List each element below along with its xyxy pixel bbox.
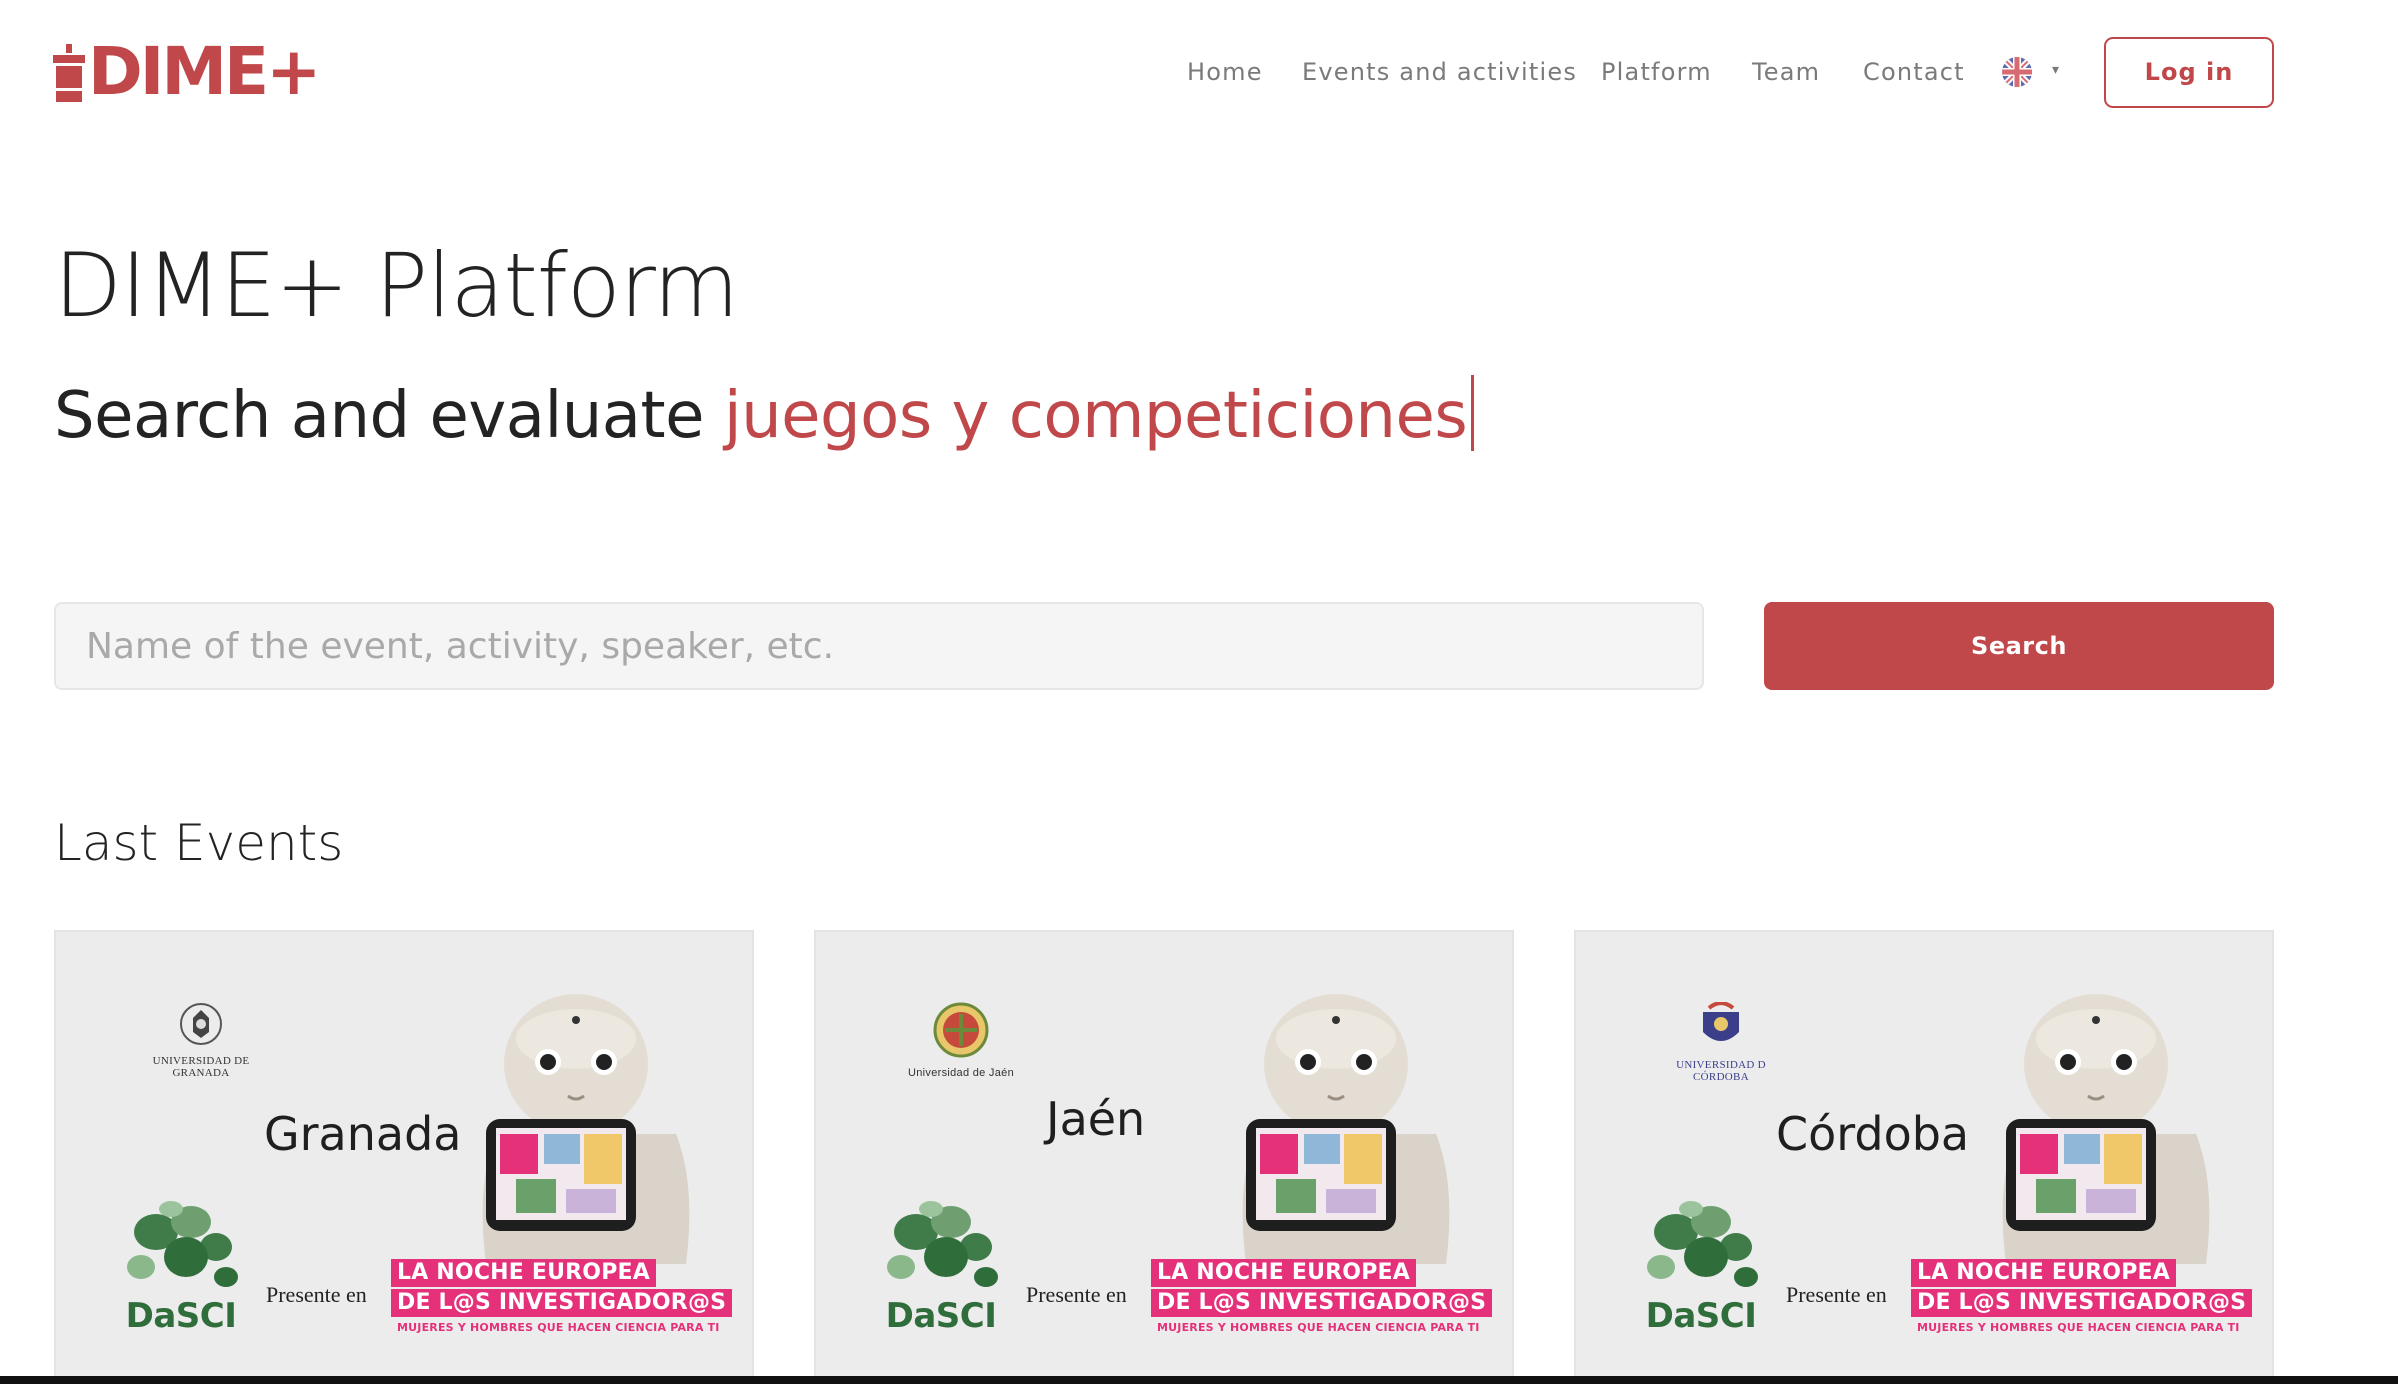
university-name: UNIVERSIDAD D CÓRDOBA	[1676, 1059, 1766, 1083]
university-logo: UNIVERSIDAD D CÓRDOBA	[1656, 1001, 1786, 1083]
nav-team[interactable]: Team	[1752, 52, 1820, 92]
robot-image	[1216, 984, 1476, 1269]
university-crest-icon	[1703, 1001, 1739, 1041]
nav-contact[interactable]: Contact	[1863, 52, 1965, 92]
banner-line-2: DE L@S INVESTIGADOR@S	[1911, 1289, 2253, 1317]
event-city: Córdoba	[1776, 1107, 1970, 1161]
nav-home[interactable]: Home	[1187, 52, 1263, 92]
noche-europea-banner: LA NOCHE EUROPEA DE L@S INVESTIGADOR@S M…	[1151, 1259, 1493, 1334]
noche-europea-banner: LA NOCHE EUROPEA DE L@S INVESTIGADOR@S M…	[1911, 1259, 2253, 1334]
hero-subtitle-prefix: Search and evaluate	[54, 379, 724, 453]
page-title: DIME+ Platform	[54, 234, 739, 337]
presente-text: Presente en	[1026, 1282, 1127, 1307]
banner-line-2: DE L@S INVESTIGADOR@S	[391, 1289, 733, 1317]
banner-line-2: DE L@S INVESTIGADOR@S	[1151, 1289, 1493, 1317]
banner-tagline: MUJERES Y HOMBRES QUE HACEN CIENCIA PARA…	[1917, 1321, 2240, 1334]
university-crest-icon	[180, 1003, 222, 1045]
presente-text: Presente en	[1786, 1282, 1887, 1307]
dasci-label: DaSCI	[125, 1296, 237, 1336]
dasci-leaves-icon	[887, 1201, 998, 1287]
noche-europea-banner: LA NOCHE EUROPEA DE L@S INVESTIGADOR@S M…	[391, 1259, 733, 1334]
banner-line-1: LA NOCHE EUROPEA	[1151, 1259, 1416, 1287]
main-nav: Home Events and activities Platform Team…	[0, 52, 2398, 92]
login-button[interactable]: Log in	[2104, 37, 2274, 108]
dasci-label: DaSCI	[885, 1296, 997, 1336]
university-crest-icon	[933, 1002, 989, 1058]
university-logo: UNIVERSIDAD DE GRANADA	[136, 1002, 266, 1079]
window-bottom-edge	[0, 1376, 2398, 1384]
event-city: Jaén	[1046, 1092, 1146, 1146]
presente-text: Presente en	[266, 1282, 367, 1307]
banner-line-1: LA NOCHE EUROPEA	[391, 1259, 656, 1287]
university-name: Universidad de Jaén	[908, 1067, 1014, 1079]
uk-flag-icon	[2002, 57, 2032, 87]
chevron-down-icon: ▾	[2052, 61, 2060, 77]
banner-tagline: MUJERES Y HOMBRES QUE HACEN CIENCIA PARA…	[397, 1321, 720, 1334]
event-city: Granada	[264, 1107, 462, 1161]
nav-platform[interactable]: Platform	[1601, 52, 1712, 92]
dasci-logo: DaSCI	[1631, 1197, 1771, 1336]
search-button[interactable]: Search	[1764, 602, 2274, 690]
banner-line-1: LA NOCHE EUROPEA	[1911, 1259, 2176, 1287]
search-input[interactable]	[54, 602, 1704, 690]
hero-subtitle-highlight: juegos y competiciones	[723, 379, 1468, 453]
robot-image	[1976, 984, 2236, 1269]
nav-events-and-activities[interactable]: Events and activities	[1302, 52, 1577, 92]
dasci-logo: DaSCI	[871, 1197, 1011, 1336]
banner-tagline: MUJERES Y HOMBRES QUE HACEN CIENCIA PARA…	[1157, 1321, 1480, 1334]
dasci-logo: DaSCI	[111, 1197, 251, 1336]
last-events-heading: Last Events	[54, 814, 344, 872]
language-selector[interactable]: ▾	[2002, 52, 2066, 92]
robot-image	[456, 984, 716, 1269]
site-header: DIME+ Home Events and activities Platfor…	[0, 0, 2398, 145]
event-card[interactable]: UNIVERSIDAD D CÓRDOBA Córdoba DaSCI Pres…	[1574, 930, 2274, 1384]
university-name: UNIVERSIDAD DE GRANADA	[152, 1055, 250, 1079]
typing-cursor	[1471, 375, 1475, 451]
event-card[interactable]: UNIVERSIDAD DE GRANADA Granada DaSCI Pre…	[54, 930, 754, 1384]
dasci-label: DaSCI	[1645, 1296, 1757, 1336]
university-logo: Universidad de Jaén	[896, 1002, 1026, 1079]
dasci-leaves-icon	[1647, 1201, 1758, 1287]
dasci-leaves-icon	[127, 1201, 238, 1287]
event-card[interactable]: Universidad de Jaén Jaén DaSCI Presente …	[814, 930, 1514, 1384]
hero-subtitle: Search and evaluate juegos y competicion…	[54, 370, 1475, 462]
